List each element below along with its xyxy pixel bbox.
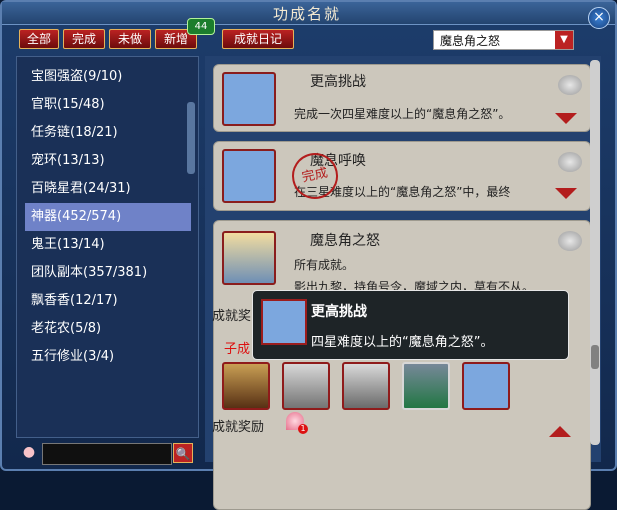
sidebar-item-guiwang[interactable]: 鬼王(13/14) [25, 231, 191, 259]
expand-arrow-icon[interactable] [555, 113, 577, 124]
tab-all[interactable]: 全部 [19, 29, 59, 49]
sidebar-item-laohuanong[interactable]: 老花农(5/8) [25, 315, 191, 343]
figure-icon[interactable] [402, 362, 450, 410]
chat-icon[interactable] [558, 75, 582, 95]
sidebar-scrollbar[interactable] [187, 102, 195, 174]
filter-selected: 魔息角之怒 [440, 34, 501, 48]
card-description: 完成一次四星难度以上的“魔息角之怒”。 [294, 107, 511, 121]
peach-icon: ● [22, 444, 36, 460]
card-title: 魔息角之怒 [310, 233, 380, 249]
scroll-icon[interactable] [282, 362, 330, 410]
sidebar-item-tuandui[interactable]: 团队副本(357/381) [25, 259, 191, 287]
search-button[interactable]: 🔍 [173, 443, 193, 463]
reward-count-badge: 1 [298, 424, 308, 434]
sidebar-item-chonghuan[interactable]: 宠环(13/13) [25, 147, 191, 175]
sidebar-item-baixiao[interactable]: 百晓星君(24/31) [25, 175, 191, 203]
sidebar-item-guanzhi[interactable]: 官职(15/48) [25, 91, 191, 119]
achievement-window: 功成名就 × 全部 完成 未做 新增 44 成就日记 魔息角之怒 ▼ 宝图强盗(… [0, 0, 617, 510]
category-sidebar: 宝图强盗(9/10) 官职(15/48) 任务链(18/21) 宠环(13/13… [16, 56, 199, 438]
chevron-down-icon[interactable]: ▼ [555, 31, 573, 49]
list-scroll-thumb[interactable] [591, 345, 599, 369]
sidebar-item-shenqi[interactable]: 神器(452/574) [25, 203, 191, 231]
hands-icon [222, 149, 276, 203]
strongman-icon [261, 299, 307, 345]
sidebar-item-renwu[interactable]: 任务链(18/21) [25, 119, 191, 147]
window-title: 功成名就 [272, 5, 341, 23]
sidebar-item-wuxing[interactable]: 五行修业(3/4) [25, 343, 191, 371]
sidebar-item-baotu[interactable]: 宝图强盗(9/10) [25, 63, 191, 91]
sidebar-item-piaoxiang[interactable]: 飘香香(12/17) [25, 287, 191, 315]
reward-section-label: 成就奖 [212, 309, 252, 324]
horn-icon[interactable] [222, 362, 270, 410]
armor-icon[interactable] [342, 362, 390, 410]
hands-icon[interactable] [462, 362, 510, 410]
search-input[interactable] [42, 443, 172, 465]
sub-achievement-label: 子成 [224, 342, 251, 357]
strongman-icon [222, 72, 276, 126]
tab-diary[interactable]: 成就日记 [222, 29, 294, 49]
card-title: 更高挑战 [310, 74, 366, 90]
list-scrollbar[interactable] [590, 60, 600, 445]
expand-arrow-icon[interactable] [555, 188, 577, 199]
tab-done[interactable]: 完成 [63, 29, 105, 49]
close-button[interactable]: × [588, 7, 610, 29]
achievement-card-2[interactable]: 魔息呼唤 在三星难度以上的“魔息角之怒”中，最终 [213, 141, 591, 211]
tooltip-title: 更高挑战 [311, 304, 367, 320]
chat-icon[interactable] [558, 152, 582, 172]
new-count-badge: 44 [187, 18, 215, 35]
tooltip: 更高挑战 四星难度以上的“魔息角之怒”。 [252, 290, 569, 360]
collapse-arrow-icon[interactable] [549, 426, 571, 437]
tab-undone[interactable]: 未做 [109, 29, 151, 49]
tooltip-description: 四星难度以上的“魔息角之怒”。 [311, 335, 494, 350]
title-bar: 功成名就 × [2, 2, 615, 29]
chat-icon[interactable] [558, 231, 582, 251]
achievement-card-1[interactable]: 更高挑战 完成一次四星难度以上的“魔息角之怒”。 [213, 64, 591, 132]
filter-dropdown[interactable]: 魔息角之怒 ▼ [433, 30, 574, 50]
card-description: 所有成就。 [294, 258, 355, 272]
reward-label: 成就奖励 [212, 420, 265, 435]
mountain-icon [222, 231, 276, 285]
